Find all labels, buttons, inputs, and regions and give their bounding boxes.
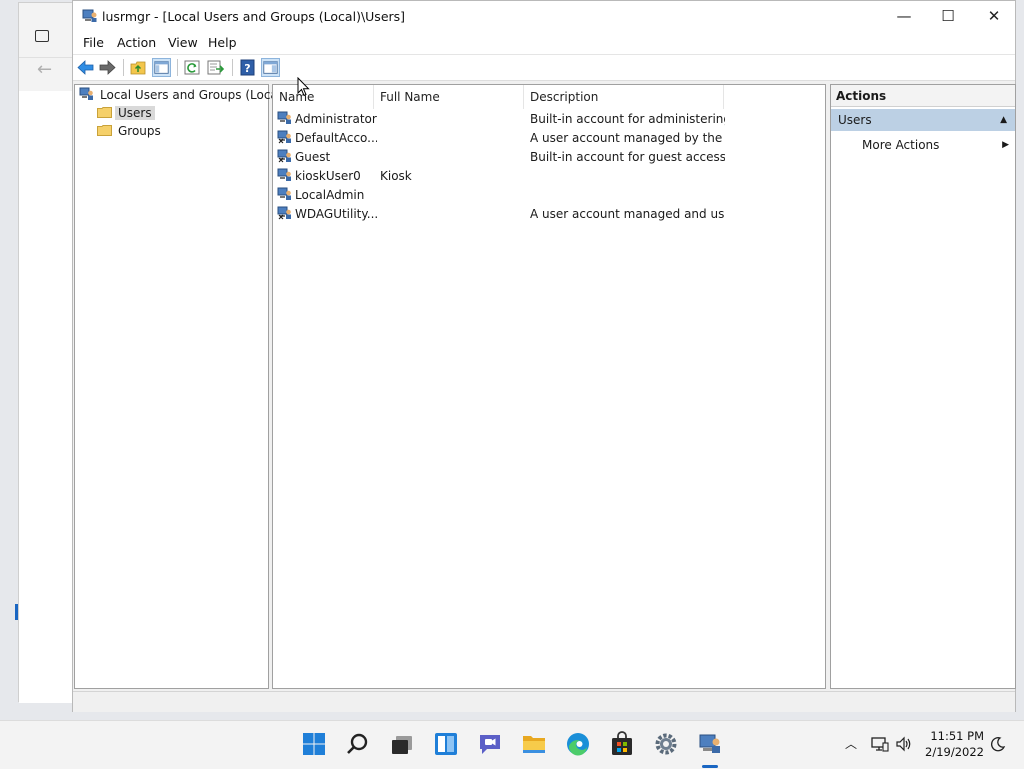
edge-icon[interactable] bbox=[565, 731, 591, 757]
table-row[interactable]: WDAGUtility... A user account managed an… bbox=[277, 205, 817, 224]
menu-bar: File Action View Help bbox=[73, 32, 1015, 55]
close-button[interactable]: ✕ bbox=[971, 1, 1017, 32]
background-app-icon bbox=[35, 30, 49, 42]
toolbar: ? bbox=[73, 55, 1015, 81]
user-name: WDAGUtility... bbox=[295, 207, 377, 221]
user-description: A user account managed by the s... bbox=[530, 131, 725, 145]
forward-arrow-icon[interactable] bbox=[98, 58, 117, 77]
status-bar bbox=[73, 691, 1015, 712]
minimize-button[interactable]: — bbox=[881, 1, 927, 32]
volume-icon[interactable] bbox=[895, 736, 913, 752]
menu-help[interactable]: Help bbox=[208, 35, 237, 50]
folder-icon bbox=[97, 125, 112, 136]
show-hide-action-pane-icon[interactable] bbox=[261, 58, 280, 77]
tree-node-groups[interactable]: Groups bbox=[97, 123, 164, 140]
maximize-button[interactable]: ☐ bbox=[925, 1, 971, 32]
column-header-full-name[interactable]: Full Name bbox=[374, 85, 524, 109]
store-icon[interactable] bbox=[609, 731, 635, 757]
tree-node-label: Local Users and Groups (Local) bbox=[100, 88, 286, 102]
table-row[interactable]: kioskUser0 Kiosk bbox=[277, 167, 817, 186]
tree-node-label: Users bbox=[115, 106, 155, 120]
background-back-arrow-icon[interactable]: ← bbox=[37, 59, 52, 80]
toolbar-separator bbox=[232, 59, 233, 76]
console-tree-pane: Local Users and Groups (Local) Users Gro… bbox=[74, 84, 286, 689]
disabled-user-icon bbox=[277, 149, 291, 163]
menu-view[interactable]: View bbox=[168, 35, 198, 50]
clock-time: 11:51 PM bbox=[930, 729, 984, 743]
widgets-icon[interactable] bbox=[433, 731, 459, 757]
task-view-icon[interactable] bbox=[389, 731, 415, 757]
tree-node-local-users-and-groups[interactable]: Local Users and Groups (Local) bbox=[79, 87, 289, 104]
back-arrow-icon[interactable] bbox=[76, 58, 95, 77]
tree-node-users[interactable]: Users bbox=[97, 105, 155, 122]
folder-icon bbox=[97, 107, 112, 118]
lusrmgr-taskbar-icon[interactable] bbox=[697, 731, 723, 757]
user-description: Built-in account for guest access t... bbox=[530, 150, 725, 164]
mouse-cursor-icon bbox=[297, 77, 310, 97]
tree-node-label: Groups bbox=[118, 124, 161, 138]
user-name: Guest bbox=[295, 150, 331, 164]
clock-date: 2/19/2022 bbox=[925, 745, 984, 759]
background-accent-bar bbox=[15, 604, 18, 620]
actions-section-label: Users bbox=[838, 113, 872, 127]
background-window[interactable]: ← bbox=[18, 2, 79, 703]
window-title: lusrmgr - [Local Users and Groups (Local… bbox=[102, 9, 406, 24]
background-window-content bbox=[19, 91, 79, 703]
users-list-pane: Name Full Name Description Administrator… bbox=[272, 84, 826, 689]
taskbar: ︿ 11:51 PM 2/19/2022 bbox=[0, 720, 1024, 769]
help-icon[interactable]: ? bbox=[238, 58, 257, 77]
lusrmgr-window: lusrmgr - [Local Users and Groups (Local… bbox=[72, 0, 1016, 712]
start-icon[interactable] bbox=[301, 731, 327, 757]
up-folder-icon[interactable] bbox=[129, 58, 148, 77]
chevron-up-icon[interactable]: ︿ bbox=[845, 735, 857, 752]
file-explorer-icon[interactable] bbox=[521, 731, 547, 757]
table-row[interactable]: LocalAdmin bbox=[277, 186, 817, 205]
user-name: LocalAdmin bbox=[295, 188, 365, 202]
table-row[interactable]: DefaultAcco... A user account managed by… bbox=[277, 129, 817, 148]
actions-section-users[interactable]: Users ▲ bbox=[831, 109, 1015, 131]
svg-text:?: ? bbox=[244, 62, 250, 75]
user-name: Administrator bbox=[295, 112, 377, 126]
search-icon[interactable] bbox=[345, 731, 371, 757]
disabled-user-icon bbox=[277, 130, 291, 144]
user-full-name: Kiosk bbox=[380, 169, 412, 183]
clock[interactable]: 11:51 PM 2/19/2022 bbox=[924, 728, 984, 760]
column-header-description[interactable]: Description bbox=[524, 85, 724, 109]
refresh-icon[interactable] bbox=[183, 58, 202, 77]
table-row[interactable]: Guest Built-in account for guest access … bbox=[277, 148, 817, 167]
table-row[interactable]: Administrator Built-in account for admin… bbox=[277, 110, 817, 129]
column-header-name[interactable]: Name bbox=[273, 85, 374, 109]
computer-users-icon bbox=[79, 87, 93, 100]
submenu-arrow-icon: ▶ bbox=[1002, 140, 1009, 150]
user-icon bbox=[277, 168, 291, 181]
user-description: A user account managed and use... bbox=[530, 207, 725, 221]
chat-icon[interactable] bbox=[477, 731, 503, 757]
user-description: Built-in account for administering... bbox=[530, 112, 725, 126]
lusrmgr-app-icon bbox=[82, 9, 97, 22]
toolbar-separator bbox=[123, 59, 124, 76]
disabled-user-icon bbox=[277, 206, 291, 220]
focus-assist-icon[interactable] bbox=[990, 736, 1006, 752]
collapse-triangle-icon[interactable]: ▲ bbox=[1000, 109, 1007, 131]
network-icon[interactable] bbox=[871, 736, 889, 752]
user-icon bbox=[277, 187, 291, 200]
more-actions-item[interactable]: More Actions ▶ bbox=[831, 134, 1015, 156]
actions-header: Actions bbox=[831, 85, 1015, 107]
user-name: kioskUser0 bbox=[295, 169, 361, 183]
title-bar[interactable]: lusrmgr - [Local Users and Groups (Local… bbox=[73, 1, 1015, 32]
settings-icon[interactable] bbox=[653, 731, 679, 757]
menu-file[interactable]: File bbox=[83, 35, 104, 50]
background-window-titlebar bbox=[19, 17, 79, 58]
export-list-icon[interactable] bbox=[206, 58, 225, 77]
user-name: DefaultAcco... bbox=[295, 131, 377, 145]
more-actions-label: More Actions bbox=[862, 138, 940, 152]
menu-action[interactable]: Action bbox=[117, 35, 156, 50]
user-icon bbox=[277, 111, 291, 124]
toolbar-separator bbox=[177, 59, 178, 76]
actions-pane: Actions Users ▲ More Actions ▶ bbox=[830, 84, 1016, 689]
show-hide-console-tree-icon[interactable] bbox=[152, 58, 171, 77]
